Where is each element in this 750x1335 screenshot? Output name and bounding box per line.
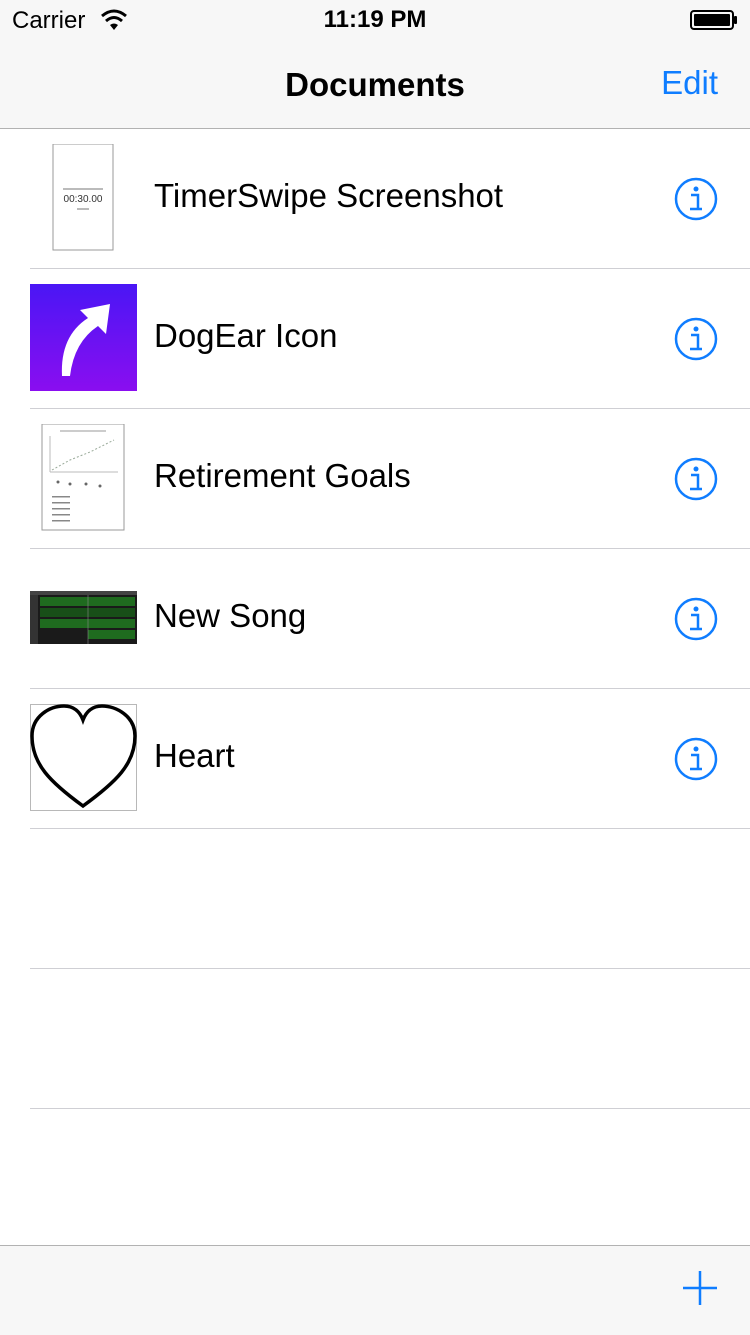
document-row[interactable]: Heart [30,689,750,829]
document-row[interactable]: 00:30.00 TimerSwipe Screenshot [30,129,750,269]
phone-screenshot-thumbnail: 00:30.00 [52,144,114,251]
edit-button[interactable]: Edit [661,64,718,102]
status-bar: Carrier 11:19 PM [0,0,750,40]
document-row[interactable]: Retirement Goals [30,409,750,549]
document-name: Retirement Goals [154,457,411,494]
info-circle-icon[interactable] [674,177,718,221]
empty-row [30,969,750,1109]
battery-icon [690,10,737,30]
document-list: 00:30.00 TimerSwipe Screenshot DogEar Ic… [0,129,750,1109]
document-row[interactable]: New Song [30,549,750,689]
document-chart-thumbnail [41,424,125,531]
document-name: New Song [154,597,307,634]
empty-row [30,829,750,969]
heart-outline-thumbnail [30,704,137,811]
plus-icon[interactable] [682,1270,718,1306]
purple-arrow-icon-thumbnail [30,284,137,391]
document-name: DogEar Icon [154,317,338,354]
bottom-toolbar [0,1245,750,1335]
timer-text: 00:30.00 [64,194,103,205]
info-circle-icon[interactable] [674,317,718,361]
info-circle-icon[interactable] [674,737,718,781]
info-circle-icon[interactable] [674,457,718,501]
document-name: TimerSwipe Screenshot [154,177,504,214]
music-tracks-thumbnail [30,591,137,644]
clock: 11:19 PM [323,6,427,33]
page-title: Documents [285,66,465,103]
document-name: Heart [154,737,235,774]
info-circle-icon[interactable] [674,597,718,641]
document-row[interactable]: DogEar Icon [30,269,750,409]
navigation-header: Carrier 11:19 PM Documents Edit [0,0,750,129]
